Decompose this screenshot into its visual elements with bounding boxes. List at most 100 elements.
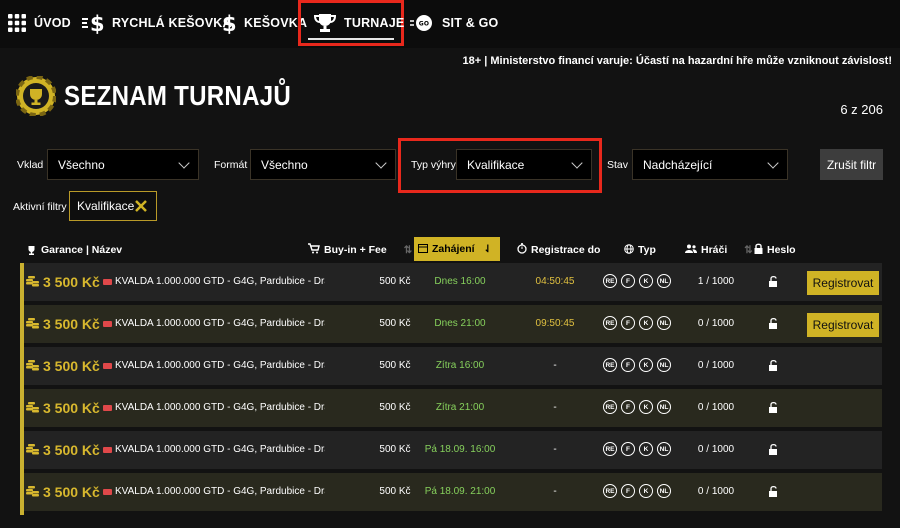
status-select[interactable]: Nadcházející xyxy=(632,149,788,180)
type-badge: RE xyxy=(603,316,617,330)
chevron-down-icon xyxy=(571,157,583,169)
table-row[interactable]: 3 500 Kč KVALDA 1.000.000 GTD - G4G, Pard… xyxy=(20,263,882,301)
filter-label-format: Formát xyxy=(214,159,248,171)
sit-and-go-icon: GO xyxy=(410,13,434,33)
type-badge: F xyxy=(621,484,635,498)
fast-dollar-icon: $ xyxy=(82,11,104,35)
type-badge: RE xyxy=(603,358,617,372)
tournament-name[interactable]: KVALDA 1.000.000 GTD - G4G, Pardubice - … xyxy=(115,444,325,455)
coins-icon xyxy=(26,444,39,455)
tournament-name[interactable]: KVALDA 1.000.000 GTD - G4G, Pardubice - … xyxy=(115,402,325,413)
column-type[interactable]: Typ xyxy=(624,243,656,257)
nav-item-uvod[interactable]: ÚVOD xyxy=(8,0,71,46)
registration-time: - xyxy=(553,486,557,497)
flag-icon xyxy=(103,363,112,369)
format-select[interactable]: Všechno xyxy=(250,149,396,180)
players-count: 0 / 1000 xyxy=(697,318,735,329)
type-badge: F xyxy=(621,442,635,456)
type-badge: F xyxy=(621,274,635,288)
type-badge: NL xyxy=(657,442,671,456)
type-badge: RE xyxy=(603,274,617,288)
type-badge: K xyxy=(639,274,653,288)
buyin: 500 Kč xyxy=(379,318,411,329)
buyin: 500 Kč xyxy=(379,402,411,413)
type-badge: RE xyxy=(603,484,617,498)
dollar-icon: $ xyxy=(222,11,236,35)
svg-text:GO: GO xyxy=(419,21,429,28)
buyin: 500 Kč xyxy=(379,360,411,371)
type-badge: RE xyxy=(603,442,617,456)
start-time: Pá 18.09. 16:00 xyxy=(424,444,496,455)
type-badge: K xyxy=(639,400,653,414)
chevron-down-icon xyxy=(178,157,190,169)
nav-item-kesovka[interactable]: $ KEŠOVKA xyxy=(222,0,307,46)
type-badge: NL xyxy=(657,316,671,330)
stopwatch-icon xyxy=(517,243,527,257)
prize-guarantee: 3 500 Kč xyxy=(43,358,100,374)
table-row[interactable]: 3 500 Kč KVALDA 1.000.000 GTD - G4G, Pard… xyxy=(20,473,882,511)
type-badge: NL xyxy=(657,400,671,414)
unlock-icon xyxy=(769,275,777,287)
prize-type-select[interactable]: Kvalifikace xyxy=(456,149,592,180)
type-badge: NL xyxy=(657,358,671,372)
table-row[interactable]: 3 500 Kč KVALDA 1.000.000 GTD - G4G, Pard… xyxy=(20,389,882,427)
registration-time: - xyxy=(553,402,557,413)
coins-icon xyxy=(26,276,39,287)
start-time: Pá 18.09. 21:00 xyxy=(424,486,496,497)
table-row[interactable]: 3 500 Kč KVALDA 1.000.000 GTD - G4G, Pard… xyxy=(20,347,882,385)
prize-guarantee: 3 500 Kč xyxy=(43,316,100,332)
tournament-name[interactable]: KVALDA 1.000.000 GTD - G4G, Pardubice - … xyxy=(115,276,325,287)
type-badge: F xyxy=(621,316,635,330)
chevron-down-icon xyxy=(767,157,779,169)
coins-icon xyxy=(26,318,39,329)
tournament-name[interactable]: KVALDA 1.000.000 GTD - G4G, Pardubice - … xyxy=(115,486,325,497)
trophy-icon xyxy=(314,12,336,34)
table-row[interactable]: 3 500 Kč KVALDA 1.000.000 GTD - G4G, Pard… xyxy=(20,431,882,469)
deposit-select[interactable]: Všechno xyxy=(47,149,199,180)
active-filters-label: Aktivní filtry xyxy=(13,201,67,213)
unlock-icon xyxy=(769,401,777,413)
column-start-sorted[interactable]: Zahájení ⇃ xyxy=(414,237,500,261)
column-players[interactable]: Hráči ⇅ xyxy=(685,243,753,257)
nav-label: ÚVOD xyxy=(34,16,71,30)
column-registration[interactable]: Registrace do xyxy=(517,243,600,257)
tournament-name[interactable]: KVALDA 1.000.000 GTD - G4G, Pardubice - … xyxy=(115,360,325,371)
game-type-badges: RE F K NL xyxy=(603,442,671,456)
chevron-down-icon xyxy=(375,157,387,169)
registration-time: 09:50:45 xyxy=(535,318,575,329)
nav-label: SIT & GO xyxy=(442,16,499,30)
registration-time: - xyxy=(553,360,557,371)
tournament-name[interactable]: KVALDA 1.000.000 GTD - G4G, Pardubice - … xyxy=(115,318,325,329)
close-icon[interactable] xyxy=(134,199,148,213)
prize-guarantee: 3 500 Kč xyxy=(43,484,100,500)
registration-time: - xyxy=(553,444,557,455)
reset-filter-button[interactable]: Zrušit filtr xyxy=(820,149,883,180)
type-badge: NL xyxy=(657,484,671,498)
cart-icon xyxy=(308,243,320,257)
column-guarantee[interactable]: Garance | Název xyxy=(26,243,122,257)
coins-icon xyxy=(26,402,39,413)
sort-icon[interactable]: ⇅ xyxy=(404,245,412,256)
grid-icon xyxy=(8,14,26,32)
filter-label-deposit: Vklad xyxy=(17,159,44,171)
sort-icon[interactable]: ⇅ xyxy=(744,245,752,256)
game-type-badges: RE F K NL xyxy=(603,358,671,372)
column-buyin[interactable]: Buy-in + Fee ⇅ xyxy=(308,243,412,257)
start-time: Zítra 21:00 xyxy=(435,402,485,413)
select-value: Všechno xyxy=(58,157,105,172)
buyin: 500 Kč xyxy=(379,276,411,287)
flag-icon xyxy=(103,279,112,285)
select-value: Kvalifikace xyxy=(467,157,525,172)
column-password[interactable]: Heslo xyxy=(754,243,796,257)
register-button[interactable]: Registrovat xyxy=(807,313,879,337)
game-type-badges: RE F K NL xyxy=(603,274,671,288)
nav-item-rychla-kesovka[interactable]: $ RYCHLÁ KEŠOVKA xyxy=(82,0,232,46)
nav-item-sit-and-go[interactable]: GO SIT & GO xyxy=(410,0,498,46)
flag-icon xyxy=(103,321,112,327)
start-time: Dnes 21:00 xyxy=(434,318,486,329)
register-button[interactable]: Registrovat xyxy=(807,271,879,295)
start-time: Zítra 16:00 xyxy=(435,360,485,371)
filter-label-prize-type: Typ výhry xyxy=(411,159,456,171)
buyin: 500 Kč xyxy=(379,486,411,497)
table-row[interactable]: 3 500 Kč KVALDA 1.000.000 GTD - G4G, Pard… xyxy=(20,305,882,343)
